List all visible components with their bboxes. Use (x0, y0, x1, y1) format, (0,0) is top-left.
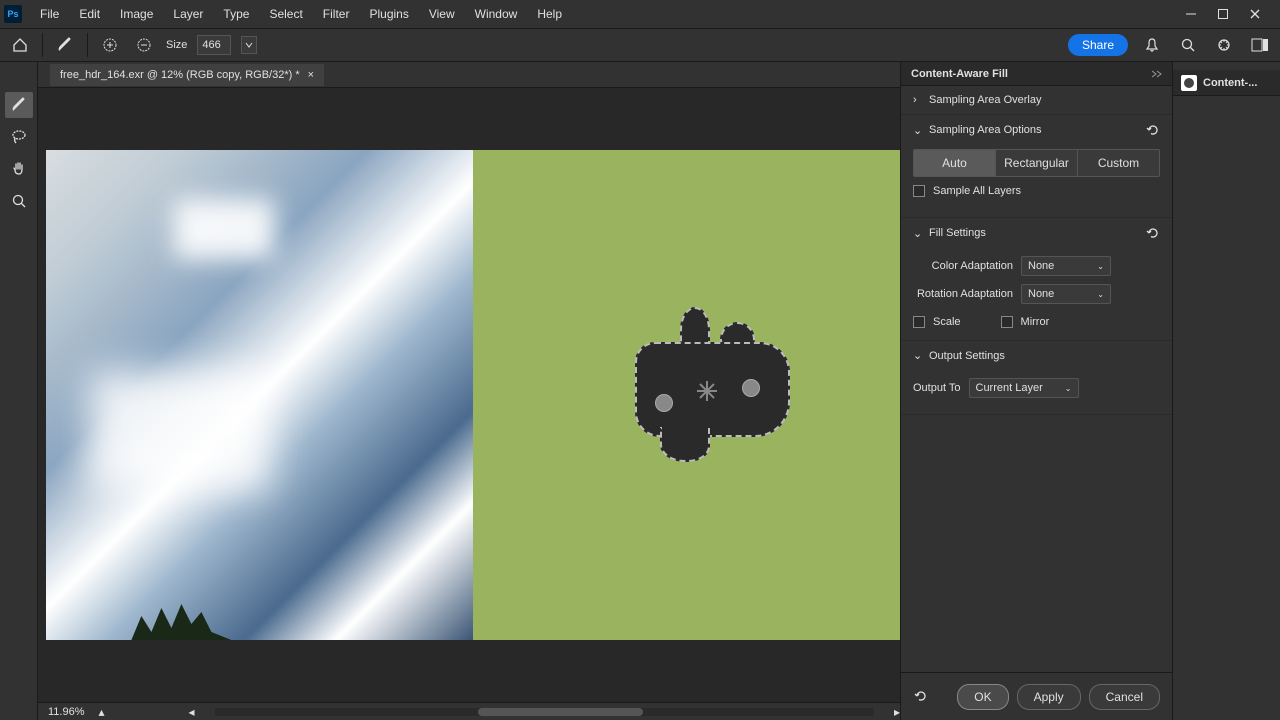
sampling-brush-tool[interactable] (5, 92, 33, 118)
selection-marquee[interactable] (635, 307, 795, 462)
canvas-area[interactable] (38, 88, 900, 702)
zoom-tool[interactable] (5, 188, 33, 214)
mode-add-icon[interactable] (98, 33, 122, 57)
sampling-mode-segmented: Auto Rectangular Custom (913, 149, 1160, 177)
section-title-overlay: Sampling Area Overlay (929, 94, 1042, 106)
section-title-fill: Fill Settings (929, 227, 986, 239)
sampling-brush-icon[interactable] (53, 33, 77, 57)
image-left-sky (46, 150, 473, 640)
sampling-mode-custom[interactable]: Custom (1078, 150, 1159, 176)
section-sampling-options[interactable]: ⌄ Sampling Area Options (901, 115, 1172, 145)
sampling-mode-auto[interactable]: Auto (914, 150, 996, 176)
chevron-down-icon: ⌄ (913, 349, 921, 362)
apply-button[interactable]: Apply (1017, 684, 1081, 710)
brush-size-input[interactable] (197, 35, 231, 55)
sampling-mode-rectangular[interactable]: Rectangular (996, 150, 1078, 176)
share-button[interactable]: Share (1068, 34, 1128, 56)
menu-edit[interactable]: Edit (69, 3, 110, 25)
output-to-label: Output To (913, 382, 961, 394)
scale-checkbox[interactable] (913, 316, 925, 328)
document-tab-bar: free_hdr_164.exr @ 12% (RGB copy, RGB/32… (38, 62, 900, 88)
menu-view[interactable]: View (419, 3, 465, 25)
menu-plugins[interactable]: Plugins (359, 3, 418, 25)
caf-panel-title: Content-Aware Fill (911, 68, 1008, 80)
menu-file[interactable]: File (30, 3, 69, 25)
menu-help[interactable]: Help (527, 3, 572, 25)
mode-subtract-icon[interactable] (132, 33, 156, 57)
caf-footer: OK Apply Cancel (901, 672, 1172, 720)
reset-fill-icon[interactable] (1146, 226, 1160, 240)
app-logo: Ps (4, 5, 22, 23)
hand-tool[interactable] (5, 156, 33, 182)
preview-panel-tab[interactable]: Content-... (1173, 70, 1280, 96)
menu-image[interactable]: Image (110, 3, 163, 25)
options-bar: Size Share (0, 28, 1280, 62)
window-close-button[interactable] (1248, 7, 1262, 21)
status-bar: 11.96% ▴ ◂ ▸ (38, 702, 900, 720)
section-fill-settings[interactable]: ⌄ Fill Settings (901, 218, 1172, 248)
window-minimize-button[interactable] (1184, 7, 1198, 21)
horizontal-scrollbar[interactable] (215, 708, 874, 716)
chevron-right-icon: › (913, 94, 921, 106)
document-tab[interactable]: free_hdr_164.exr @ 12% (RGB copy, RGB/32… (50, 64, 324, 86)
home-icon[interactable] (8, 33, 32, 57)
scale-label: Scale (933, 316, 961, 328)
size-dropdown-button[interactable] (241, 36, 257, 54)
size-label: Size (166, 39, 187, 51)
preview-icon (1181, 75, 1197, 91)
search-icon[interactable] (1176, 33, 1200, 57)
menu-select[interactable]: Select (259, 3, 312, 25)
rotation-adaptation-dropdown[interactable]: None⌄ (1021, 284, 1111, 304)
menu-layer[interactable]: Layer (163, 3, 213, 25)
zoom-slider-left-icon[interactable]: ▴ (95, 705, 109, 719)
scroll-left-icon[interactable]: ◂ (189, 705, 195, 719)
color-adaptation-dropdown[interactable]: None⌄ (1021, 256, 1111, 276)
mirror-label: Mirror (1021, 316, 1050, 328)
close-tab-icon[interactable]: × (308, 69, 314, 81)
reset-all-icon[interactable] (913, 688, 931, 706)
canvas[interactable] (46, 150, 900, 640)
notifications-icon[interactable] (1140, 33, 1164, 57)
lasso-tool[interactable] (5, 124, 33, 150)
right-panel-strip: Content-... (1172, 62, 1280, 720)
workspace-switcher-icon[interactable] (1248, 33, 1272, 57)
section-sampling-overlay[interactable]: › Sampling Area Overlay (901, 86, 1172, 114)
zoom-readout[interactable]: 11.96% (38, 706, 95, 718)
cancel-button[interactable]: Cancel (1089, 684, 1160, 710)
section-output-settings[interactable]: ⌄ Output Settings (901, 341, 1172, 370)
collapse-panel-icon[interactable] (1150, 69, 1162, 79)
window-maximize-button[interactable] (1216, 7, 1230, 21)
content-aware-fill-panel: Content-Aware Fill › Sampling Area Overl… (900, 62, 1172, 720)
mirror-checkbox[interactable] (1001, 316, 1013, 328)
preview-tab-label: Content-... (1203, 77, 1257, 89)
caf-panel-header: Content-Aware Fill (901, 62, 1172, 86)
chevron-down-icon: ⌄ (913, 124, 921, 137)
menu-window[interactable]: Window (465, 3, 528, 25)
section-title-output: Output Settings (929, 350, 1005, 362)
cc-search-icon[interactable] (1212, 33, 1236, 57)
chevron-down-icon: ⌄ (913, 227, 921, 240)
menu-bar: Ps File Edit Image Layer Type Select Fil… (0, 0, 1280, 28)
document-title: free_hdr_164.exr @ 12% (RGB copy, RGB/32… (60, 69, 300, 81)
reset-options-icon[interactable] (1146, 123, 1160, 137)
section-title-options: Sampling Area Options (929, 124, 1042, 136)
menu-filter[interactable]: Filter (313, 3, 360, 25)
color-adaptation-label: Color Adaptation (913, 260, 1013, 272)
menu-type[interactable]: Type (213, 3, 259, 25)
sample-all-layers-checkbox[interactable] (913, 185, 925, 197)
sample-all-layers-label: Sample All Layers (933, 185, 1021, 197)
output-to-dropdown[interactable]: Current Layer⌄ (969, 378, 1079, 398)
rotation-adaptation-label: Rotation Adaptation (913, 288, 1013, 300)
image-right-overlay (473, 150, 900, 640)
ok-button[interactable]: OK (957, 684, 1008, 710)
tool-palette (0, 62, 38, 720)
